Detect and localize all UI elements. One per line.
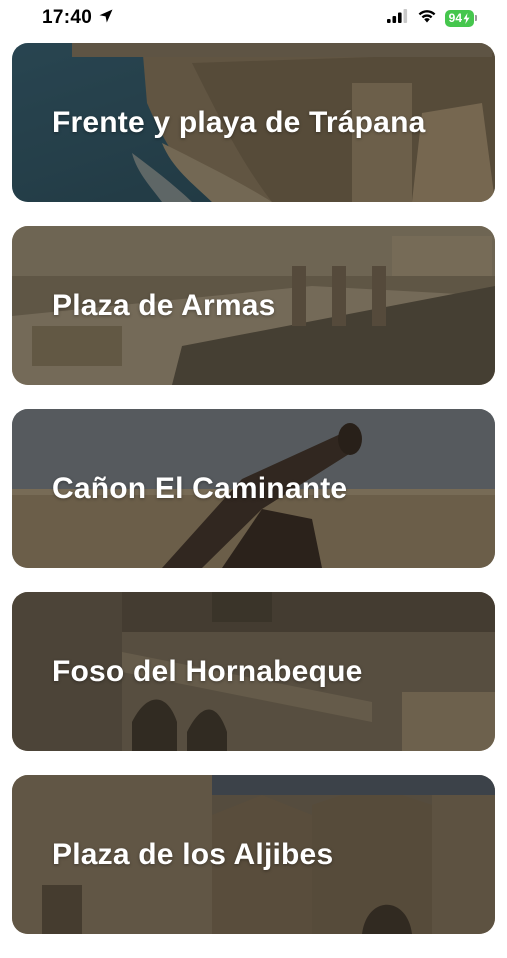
status-left: 17:40 (42, 7, 114, 29)
place-card-canon-caminante[interactable]: Cañon El Caminante (12, 409, 495, 568)
place-title: Plaza de los Aljibes (52, 837, 334, 871)
place-card-foso-hornabeque[interactable]: Foso del Hornabeque (12, 592, 495, 751)
place-title: Foso del Hornabeque (52, 654, 363, 688)
status-right: 94 (386, 8, 477, 28)
status-bar: 17:40 94 (0, 0, 507, 36)
battery-level: 94 (448, 10, 462, 25)
place-title: Cañon El Caminante (52, 471, 348, 505)
place-card-plaza-armas[interactable]: Plaza de Armas (12, 226, 495, 385)
battery-indicator: 94 (444, 9, 474, 27)
battery-charging-icon: 94 (444, 9, 477, 27)
places-list: Frente y playa de Trápana Plaza de Armas (12, 43, 495, 958)
place-title: Frente y playa de Trápana (52, 105, 426, 139)
place-card-plaza-aljibes[interactable]: Plaza de los Aljibes (12, 775, 495, 934)
place-title: Plaza de Armas (52, 288, 276, 322)
status-time: 17:40 (42, 7, 93, 28)
place-card-frente-trapana[interactable]: Frente y playa de Trápana (12, 43, 495, 202)
battery-cap (475, 15, 477, 21)
wifi-icon (417, 9, 437, 28)
charging-bolt-icon (463, 12, 470, 24)
location-arrow-icon (98, 8, 114, 29)
cellular-signal-icon (386, 8, 409, 28)
